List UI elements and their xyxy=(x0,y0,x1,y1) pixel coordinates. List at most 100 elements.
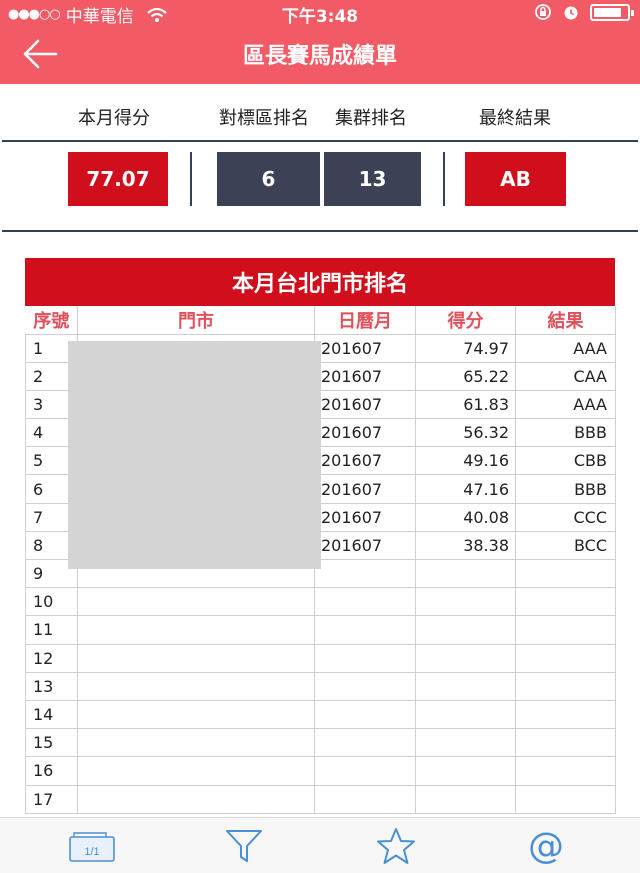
cell-score xyxy=(415,728,516,758)
pages-button[interactable]: 1/1 xyxy=(66,826,118,866)
cell-result: AAA xyxy=(515,389,616,420)
battery-icon xyxy=(590,3,634,21)
bottom-toolbar: 1/1 @ xyxy=(0,817,640,873)
cell-seq: 15 xyxy=(25,728,78,758)
cell-month: 201607 xyxy=(314,418,416,448)
cell-month: 201607 xyxy=(314,333,416,363)
cell-score xyxy=(415,587,516,617)
cell-month: 201607 xyxy=(314,502,416,532)
cell-store xyxy=(77,756,315,786)
cell-store xyxy=(77,643,315,673)
cell-result xyxy=(515,587,616,617)
divider-top xyxy=(2,140,638,142)
cell-score xyxy=(415,643,516,673)
cell-score xyxy=(415,615,516,645)
cell-store xyxy=(77,784,315,814)
cell-month: 201607 xyxy=(314,361,416,391)
cell-score: 40.08 xyxy=(415,502,516,532)
cell-month xyxy=(314,587,416,617)
cell-result xyxy=(515,728,616,758)
table-row: 13 xyxy=(25,671,616,701)
label-cluster-rank: 集群排名 xyxy=(335,108,407,129)
cell-score xyxy=(415,784,516,814)
monthly-score-value: 77.07 xyxy=(68,152,168,206)
star-icon xyxy=(377,828,415,864)
cell-seq: 13 xyxy=(25,671,78,701)
cell-seq: 16 xyxy=(25,756,78,786)
filter-icon xyxy=(226,830,262,862)
cell-month: 201607 xyxy=(314,474,416,504)
page-indicator: 1/1 xyxy=(84,846,99,858)
cell-month xyxy=(314,643,416,673)
alarm-icon xyxy=(564,6,578,20)
summary-labels: 本月得分 對標區排名 集群排名 最終結果 xyxy=(0,104,640,134)
cell-seq: 14 xyxy=(25,699,78,730)
cell-seq: 17 xyxy=(25,784,78,814)
cell-score: 49.16 xyxy=(415,446,516,476)
column-header-score: 得分 xyxy=(415,306,516,335)
cell-month xyxy=(314,699,416,730)
table-row: 16 xyxy=(25,756,616,786)
cell-seq: 11 xyxy=(25,615,78,645)
cell-result xyxy=(515,756,616,786)
column-header-result: 結果 xyxy=(515,306,616,335)
cell-month xyxy=(314,671,416,701)
label-benchmark-rank: 對標區排名 xyxy=(219,108,309,129)
cell-score xyxy=(415,699,516,730)
table-row: 15 xyxy=(25,728,616,758)
cell-result: BBB xyxy=(515,418,616,448)
column-header-month: 日曆月 xyxy=(314,306,416,335)
status-bar: ●●●○○ 中華電信 下午3:48 xyxy=(0,0,640,27)
cell-result xyxy=(515,558,616,589)
benchmark-rank-value: 6 xyxy=(217,152,320,206)
final-result-value: AB xyxy=(465,152,566,206)
table-row: 12 xyxy=(25,643,616,673)
separator xyxy=(443,152,445,206)
label-final-result: 最終結果 xyxy=(479,108,551,129)
cell-score: 47.16 xyxy=(415,474,516,504)
at-icon: @ xyxy=(528,826,564,866)
cluster-rank-value: 13 xyxy=(324,152,421,206)
cell-seq: 10 xyxy=(25,587,78,617)
orientation-lock-icon xyxy=(535,4,551,20)
cell-score: 38.38 xyxy=(415,530,516,561)
cell-result: CAA xyxy=(515,361,616,391)
cell-month xyxy=(314,728,416,758)
table-row: 11 xyxy=(25,615,616,645)
column-header-seq: 序號 xyxy=(25,306,78,335)
cell-result: CBB xyxy=(515,446,616,476)
cell-store xyxy=(77,671,315,701)
filter-button[interactable] xyxy=(218,826,270,866)
cell-score xyxy=(415,756,516,786)
share-button[interactable]: @ xyxy=(520,826,572,866)
cell-month: 201607 xyxy=(314,530,416,561)
cell-seq: 12 xyxy=(25,643,78,673)
cell-month: 201607 xyxy=(314,389,416,420)
pages-icon: 1/1 xyxy=(69,832,115,862)
ranking-title: 本月台北門市排名 xyxy=(25,258,615,306)
cell-result: AAA xyxy=(515,333,616,363)
column-header-store: 門市 xyxy=(77,306,315,335)
favorite-button[interactable] xyxy=(370,826,422,866)
cell-store xyxy=(77,587,315,617)
cell-store xyxy=(77,728,315,758)
cell-score: 61.83 xyxy=(415,389,516,420)
cell-store xyxy=(77,699,315,730)
cell-month xyxy=(314,615,416,645)
battery-level xyxy=(594,7,622,17)
divider-bottom xyxy=(2,230,638,232)
cell-month xyxy=(314,558,416,589)
cell-score: 74.97 xyxy=(415,333,516,363)
table-row: 10 xyxy=(25,587,616,617)
cell-result: CCC xyxy=(515,502,616,532)
cell-result: BBB xyxy=(515,474,616,504)
cell-result xyxy=(515,699,616,730)
redacted-store-names xyxy=(68,341,321,569)
cell-result xyxy=(515,615,616,645)
cell-result: BCC xyxy=(515,530,616,561)
label-monthly-score: 本月得分 xyxy=(78,108,150,129)
cell-result xyxy=(515,671,616,701)
cell-score: 65.22 xyxy=(415,361,516,391)
nav-bar: 區長賽馬成績單 xyxy=(0,26,640,84)
app-header: ●●●○○ 中華電信 下午3:48 區長賽馬成績單 xyxy=(0,0,640,84)
